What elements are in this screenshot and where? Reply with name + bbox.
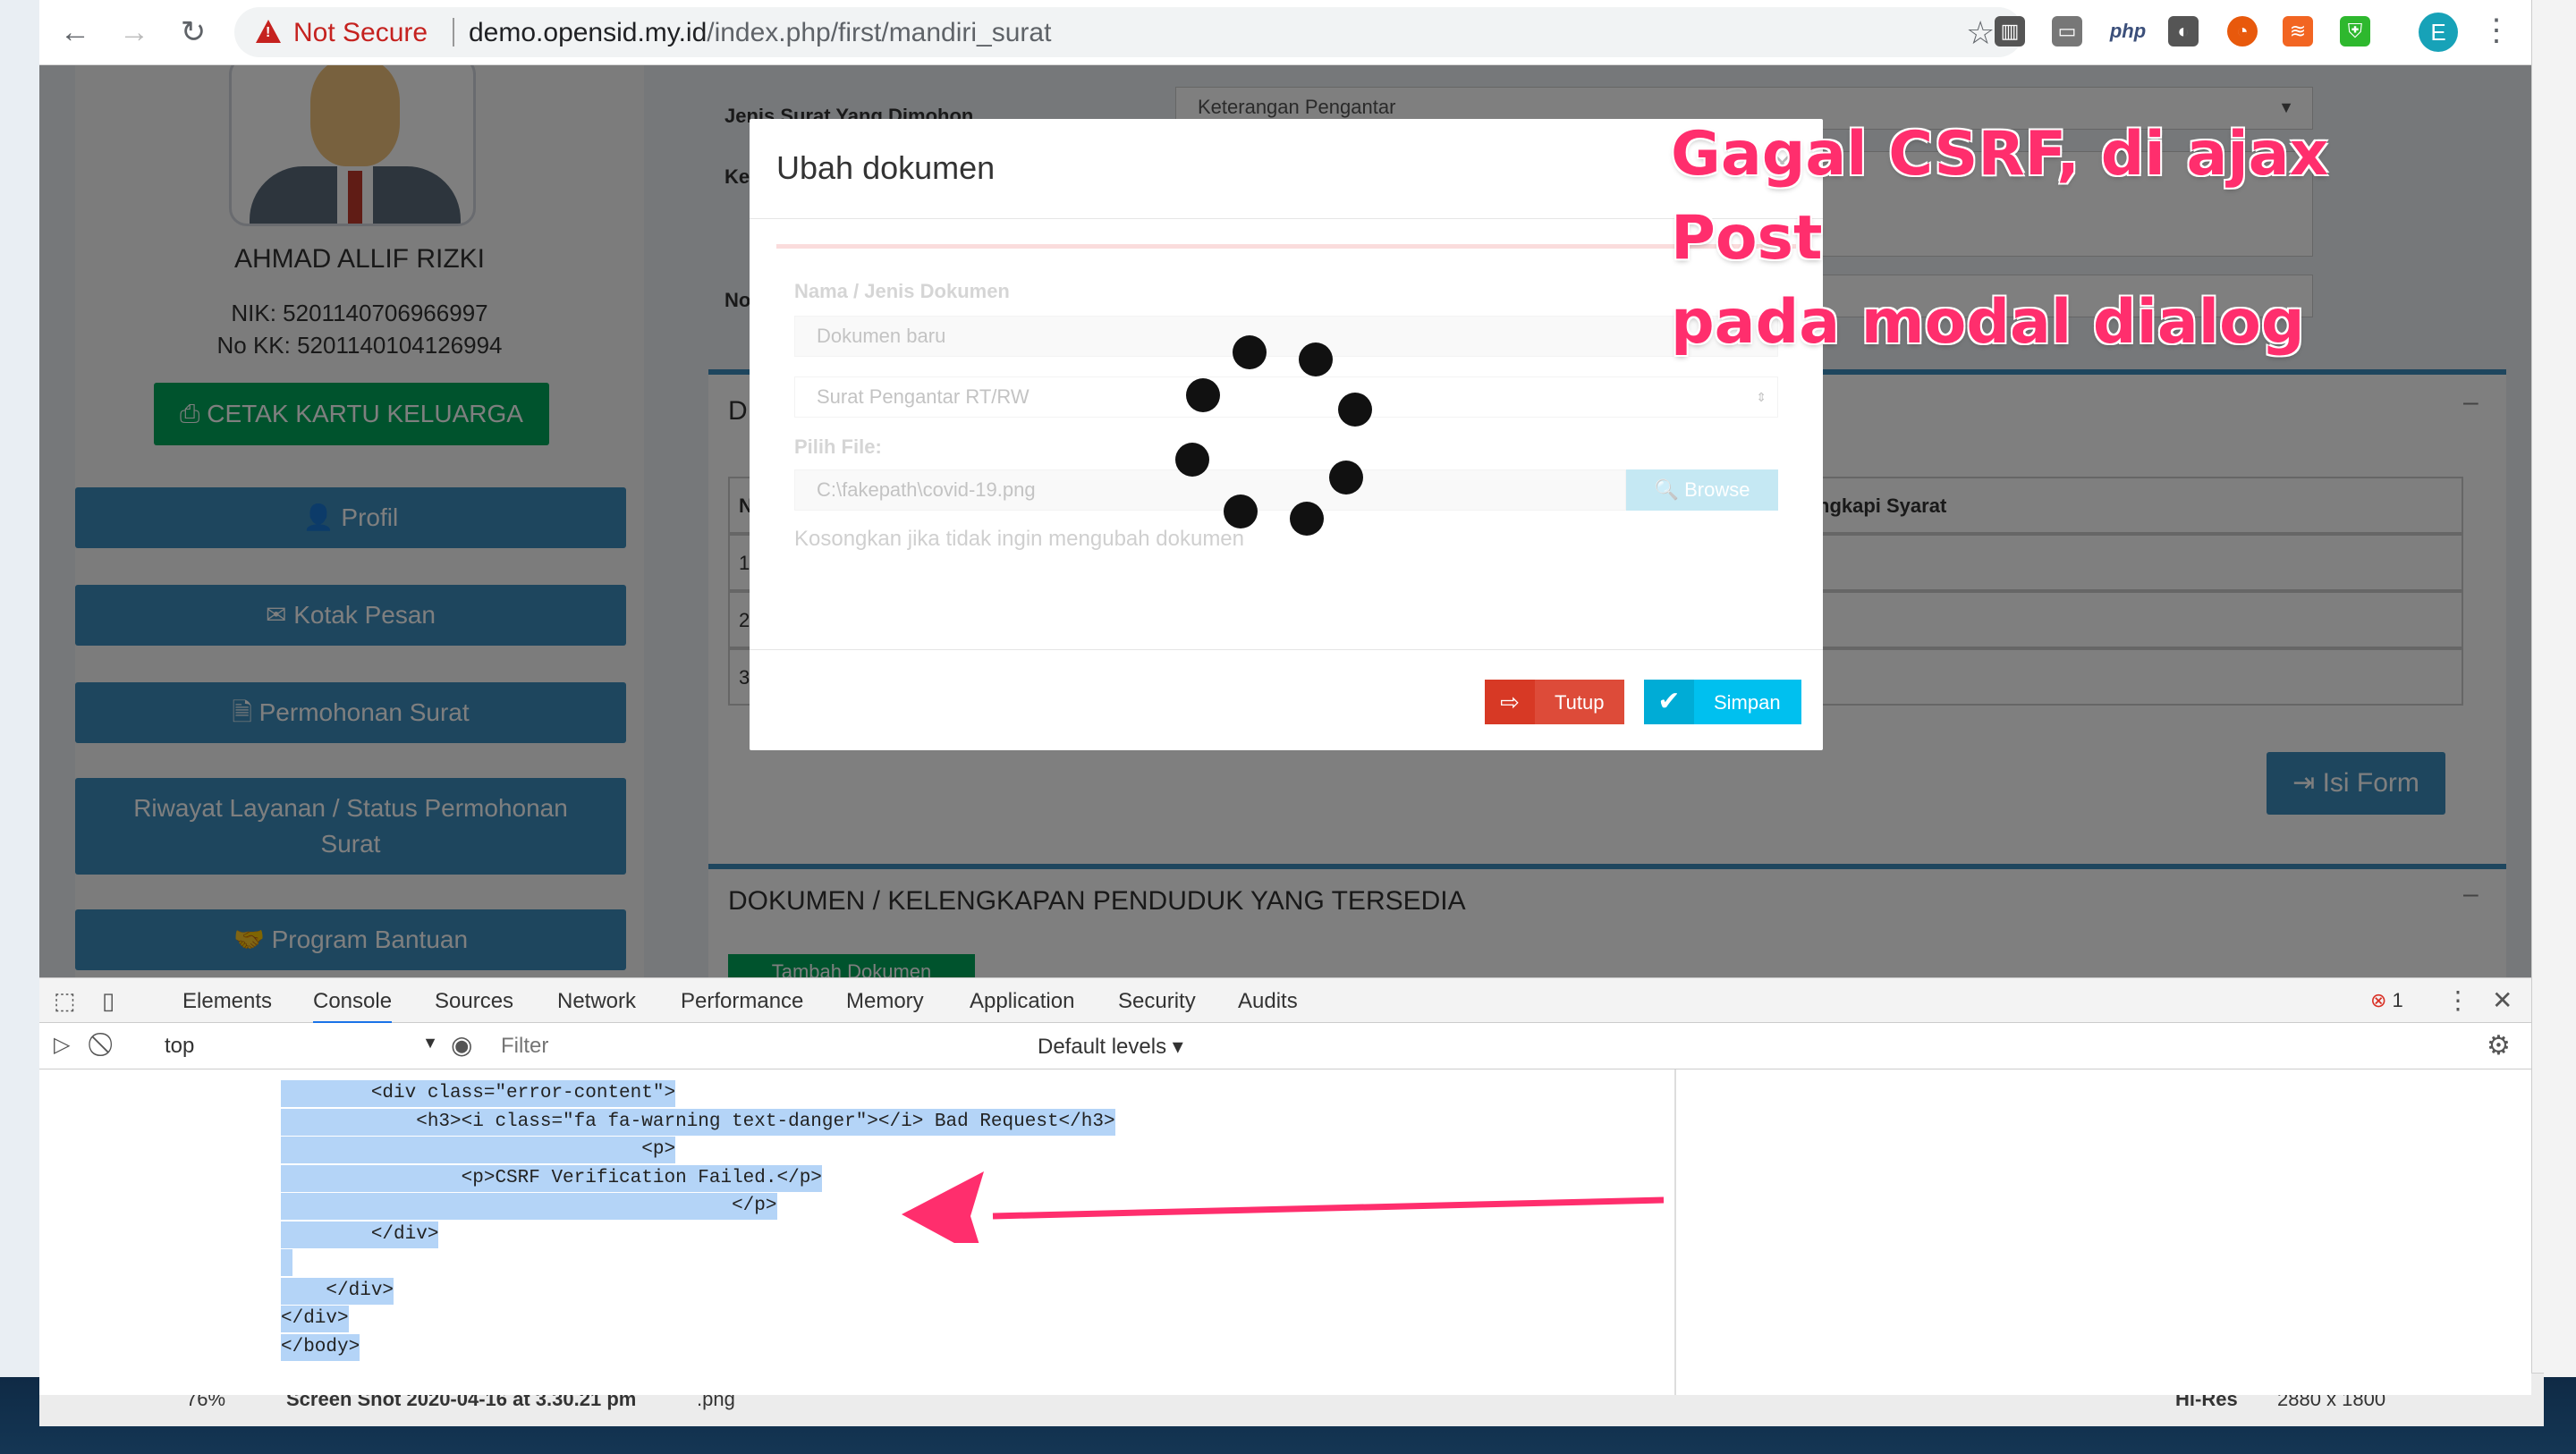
error-count: 1 <box>2392 989 2403 1011</box>
spinner-dot <box>1175 443 1209 477</box>
sidebar-toggle-icon[interactable]: ▷ <box>54 1032 70 1058</box>
extension-icon-3[interactable]: ◐ <box>2168 16 2199 46</box>
devtools-close-icon[interactable]: ✕ <box>2492 985 2512 1015</box>
tab-network[interactable]: Network <box>557 989 636 1014</box>
settings-gear-icon[interactable]: ⚙ <box>2487 1030 2511 1061</box>
console-code-line: </div> <box>281 1277 394 1305</box>
console-code-line: <div class="error-content"> <box>281 1080 676 1107</box>
tutup-button[interactable]: ⇨ Tutup <box>1485 680 1624 724</box>
tab-performance[interactable]: Performance <box>681 989 803 1014</box>
sign-out-icon: ⇨ <box>1485 680 1535 724</box>
modal-body: Nama / Jenis Dokumen Dokumen baru Surat … <box>776 244 1796 584</box>
check-icon: ✔ <box>1644 680 1694 724</box>
arrow-shaft <box>992 1196 1664 1220</box>
bookmark-star-icon[interactable]: ☆ <box>1966 14 1995 52</box>
console-code-line: </div> <box>281 1306 349 1332</box>
spinner-dot <box>1224 495 1258 528</box>
php-extension-icon[interactable]: php <box>2106 16 2150 46</box>
devtools-menu-icon[interactable]: ⋮ <box>2445 985 2470 1015</box>
tab-console[interactable]: Console <box>313 989 393 1024</box>
console-code-line: </p> <box>281 1193 777 1220</box>
console-code-line: </div> <box>281 1221 439 1248</box>
console-filter-input[interactable] <box>496 1030 1018 1062</box>
tutup-label: Tutup <box>1555 691 1605 714</box>
spinner-dot <box>1186 378 1220 412</box>
reload-icon[interactable]: ↻ <box>175 14 211 50</box>
background-window-edge-right <box>2531 0 2576 1377</box>
tab-sources[interactable]: Sources <box>435 989 513 1014</box>
jenis-dokumen-select[interactable]: Surat Pengantar RT/RW ⇕ <box>794 376 1778 418</box>
console-code-line: </body> <box>281 1333 360 1361</box>
console-blank-area <box>1674 1069 2531 1395</box>
levels-label: Default levels <box>1038 1035 1167 1059</box>
tab-application[interactable]: Application <box>970 989 1074 1014</box>
browse-label: Browse <box>1684 478 1750 501</box>
nama-label: Nama / Jenis Dokumen <box>794 280 1010 302</box>
security-label[interactable]: Not Secure <box>293 18 428 48</box>
rss-icon[interactable]: ≋ <box>2283 16 2313 46</box>
console-code-line: <p> <box>281 1137 676 1163</box>
spinner-dot <box>1299 342 1333 376</box>
file-path-input[interactable]: C:\fakepath\covid-19.png <box>794 469 1626 511</box>
context-select[interactable]: top ▼ <box>165 1034 438 1059</box>
error-icon: ⊗ <box>2370 989 2393 1011</box>
browser-toolbar: ← → ↻ Not Secure demo.opensid.my.id/inde… <box>39 0 2531 65</box>
annotation-text: Gagal CSRF, di ajax Post pada modal dial… <box>1671 113 2458 365</box>
spinner-dot <box>1233 335 1267 369</box>
modal-title: Ubah dokumen <box>776 149 996 186</box>
tab-memory[interactable]: Memory <box>846 989 924 1014</box>
inspect-icon[interactable]: ⬚ <box>54 987 76 1015</box>
devtools-tabbar: ⬚ ▯ Elements Console Sources Network Per… <box>39 978 2531 1024</box>
spinner-dot <box>1290 502 1324 536</box>
nama-input[interactable]: Dokumen baru <box>794 316 1778 357</box>
back-icon[interactable]: ← <box>57 14 93 50</box>
background-window-edge <box>0 0 39 1377</box>
browse-button[interactable]: 🔍 Browse <box>1626 469 1778 511</box>
url-text[interactable]: demo.opensid.my.id/index.php/first/mandi… <box>469 18 1051 48</box>
levels-dropdown[interactable]: Default levels ▾ <box>1038 1034 1183 1060</box>
pilih-file-label: Pilih File: <box>794 435 882 458</box>
modal-header: Ubah dokumen × <box>750 119 1823 219</box>
annotation-line-2: pada modal dialog <box>1671 287 2305 358</box>
warning-icon <box>256 20 281 43</box>
console-code-line <box>281 1249 292 1276</box>
ubah-dokumen-modal: Ubah dokumen × Nama / Jenis Dokumen Doku… <box>750 119 1823 750</box>
browser-menu-icon[interactable]: ⋮ <box>2481 13 2512 48</box>
url-separator <box>453 18 454 46</box>
console-code-line: <p>CSRF Verification Failed.</p> <box>281 1164 822 1192</box>
context-value: top <box>165 1034 195 1058</box>
shield-extension-icon[interactable]: ⛨ <box>2340 16 2370 46</box>
spinner-dot <box>1329 461 1363 495</box>
annotation-line-1: Gagal CSRF, di ajax Post <box>1671 119 2329 274</box>
device-toolbar-icon[interactable]: ▯ <box>102 987 114 1015</box>
alert-line <box>776 244 1796 249</box>
address-bar[interactable]: Not Secure demo.opensid.my.id/index.php/… <box>234 7 2023 57</box>
spinner-dot <box>1338 393 1372 427</box>
error-counter[interactable]: ⊗ 1 <box>2370 989 2403 1012</box>
tab-elements[interactable]: Elements <box>182 989 272 1014</box>
profile-avatar[interactable]: E <box>2419 13 2458 52</box>
tab-audits[interactable]: Audits <box>1238 989 1298 1014</box>
simpan-button[interactable]: ✔ Simpan <box>1644 680 1801 724</box>
file-hint: Kosongkan jika tidak ingin mengubah doku… <box>794 527 1245 551</box>
forward-icon[interactable]: → <box>116 14 152 50</box>
annotation-arrow <box>902 1171 1664 1243</box>
extension-icon-2[interactable]: ▭ <box>2052 16 2082 46</box>
simpan-label: Simpan <box>1714 691 1781 714</box>
console-filter-bar: ▷ ⃠ top▼ ◉ Default levels ▾ ⚙ <box>39 1023 2531 1069</box>
arrow-head <box>902 1171 984 1243</box>
extension-icon-1[interactable]: ▥ <box>1995 16 2025 46</box>
extension-icon-4[interactable]: ◔ <box>2227 16 2258 46</box>
eye-icon[interactable]: ◉ <box>451 1030 472 1060</box>
tab-security[interactable]: Security <box>1118 989 1196 1014</box>
search-icon: 🔍 <box>1654 478 1685 501</box>
